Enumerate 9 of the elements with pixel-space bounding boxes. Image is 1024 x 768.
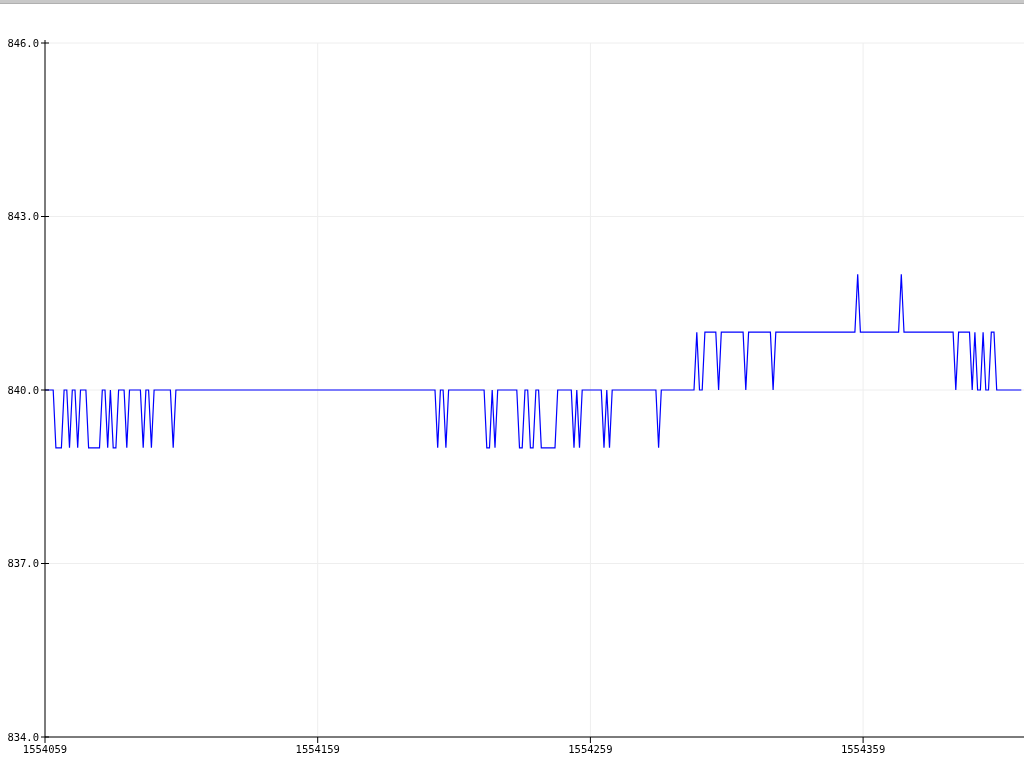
y-tick-label: 834.0 [7,730,39,743]
x-tick-label: 1554359 [840,743,886,755]
x-tick-label: 1554259 [568,743,613,755]
y-tick-label: 846.0 [7,36,39,49]
y-tick-label: 843.0 [7,210,39,222]
x-tick-label: 1554159 [295,743,340,755]
y-tick-label: 837.0 [7,557,39,569]
x-tick-label: 1554059 [22,743,68,755]
y-tick-label: 840.0 [7,383,39,396]
